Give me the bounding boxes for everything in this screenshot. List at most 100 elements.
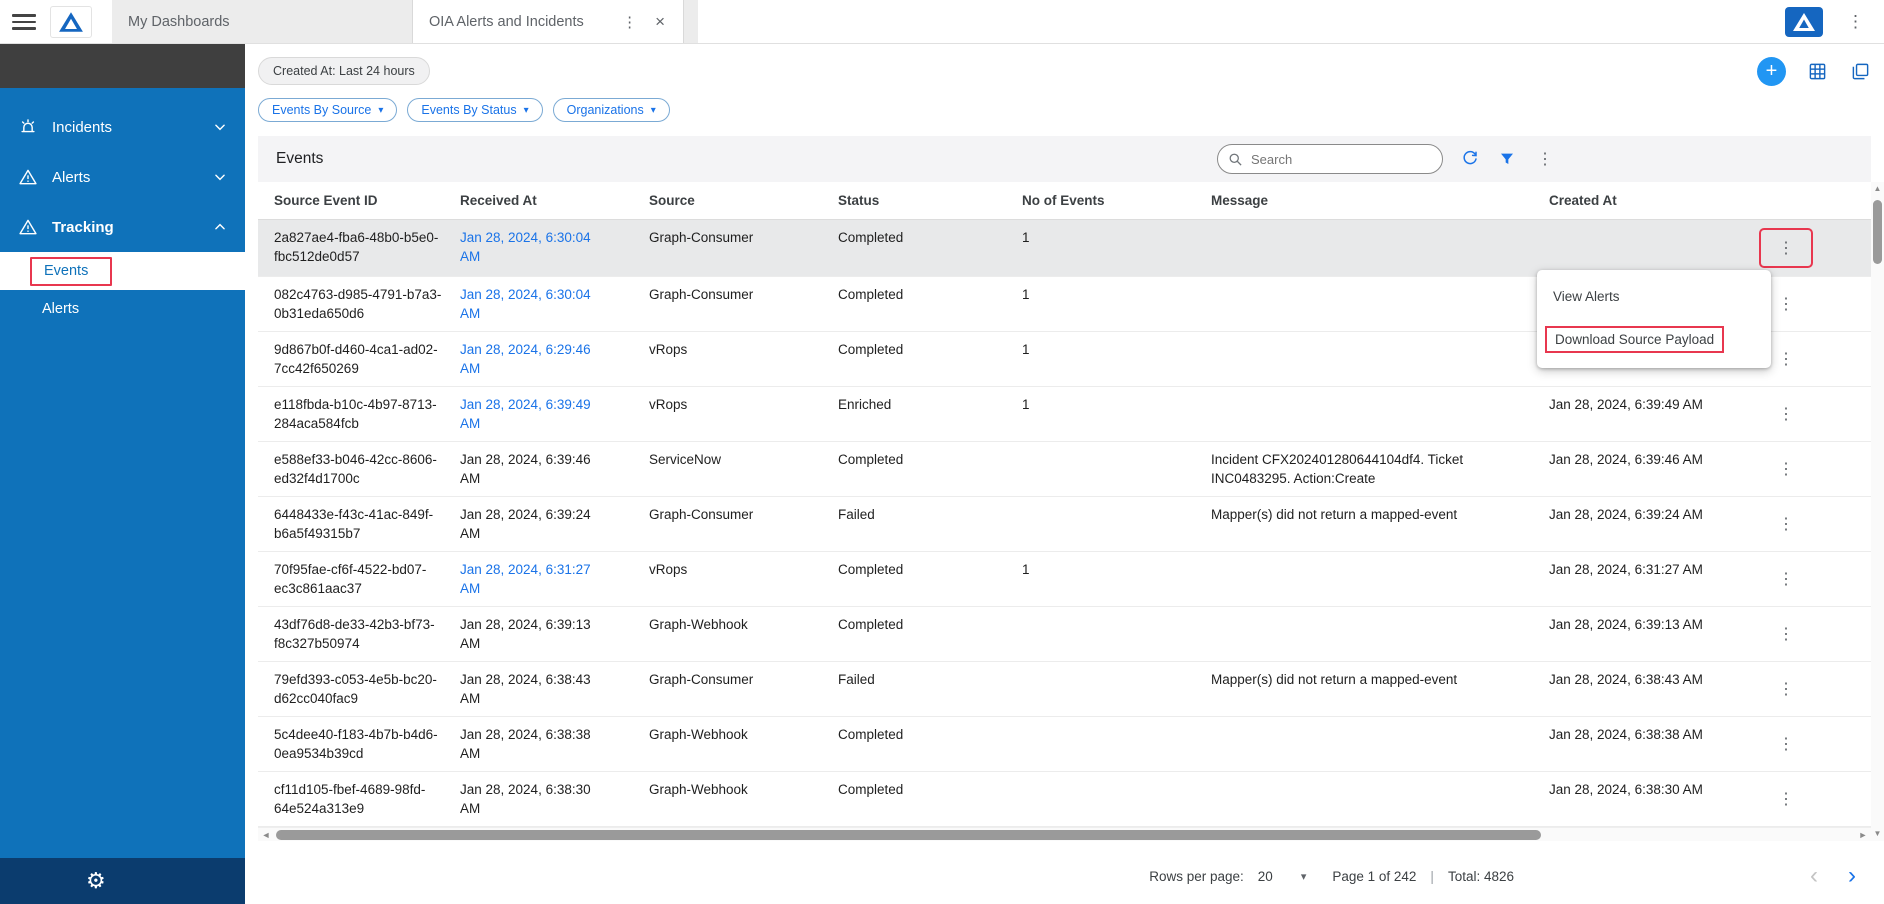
table-header-row: Source Event ID Received At Source Statu… [258, 182, 1871, 220]
filter-funnel-icon[interactable] [1497, 149, 1517, 169]
menu-item-download-source-payload[interactable]: Download Source Payload [1537, 317, 1771, 362]
cell-no-of-events: 1 [1022, 228, 1211, 247]
cell-source-event-id: cf11d105-fbef-4689-98fd-64e524a313e9 [274, 780, 460, 818]
topbar-kebab-icon[interactable]: ⋮ [1843, 8, 1868, 36]
sidebar-item-incidents[interactable]: Incidents [0, 102, 245, 152]
table-row[interactable]: 43df76d8-de33-42b3-bf73-f8c327b50974 Jan… [258, 607, 1871, 662]
column-header-source-event-id[interactable]: Source Event ID [274, 193, 460, 208]
row-actions-kebab-icon[interactable]: ⋮ [1770, 566, 1802, 592]
cell-created-at: Jan 28, 2024, 6:38:30 AM [1549, 780, 1746, 799]
column-header-received-at[interactable]: Received At [460, 193, 649, 208]
next-page-icon[interactable]: › [1848, 866, 1856, 886]
pager: ‹ › [1810, 866, 1856, 886]
table-row[interactable]: e588ef33-b046-42cc-8606-ed32f4d1700c Jan… [258, 442, 1871, 497]
footer-separator: | [1430, 869, 1434, 884]
sidebar-header-block [0, 44, 245, 88]
sidebar-item-tracking-alerts[interactable]: Alerts [0, 290, 245, 328]
cell-received-at: Jan 28, 2024, 6:30:04 AM [460, 285, 649, 323]
table-row[interactable]: 70f95fae-cf6f-4522-bd07-ec3c861aac37 Jan… [258, 552, 1871, 607]
table-body: 2a827ae4-fba6-48b0-b5e0-fbc512de0d57 Jan… [258, 220, 1871, 827]
scroll-up-icon[interactable]: ▲ [1871, 182, 1884, 196]
menu-item-view-alerts[interactable]: View Alerts [1537, 276, 1771, 317]
created-at-filter-chip[interactable]: Created At: Last 24 hours [258, 57, 430, 85]
cell-source-event-id: 79efd393-c053-4e5b-bc20-d62cc040fac9 [274, 670, 460, 708]
cell-received-at: Jan 28, 2024, 6:39:13 AM [460, 615, 649, 653]
table-row[interactable]: 79efd393-c053-4e5b-bc20-d62cc040fac9 Jan… [258, 662, 1871, 717]
row-actions-kebab-icon[interactable]: ⋮ [1770, 456, 1802, 482]
scroll-left-icon[interactable]: ◄ [258, 830, 274, 840]
cell-actions: ⋮ [1746, 456, 1826, 482]
cell-received-at: Jan 28, 2024, 6:38:43 AM [460, 670, 649, 708]
row-actions-kebab-icon[interactable]: ⋮ [1770, 235, 1802, 261]
cell-source: Graph-Consumer [649, 505, 838, 524]
row-actions-kebab-icon[interactable]: ⋮ [1770, 291, 1802, 317]
sidebar-item-tracking[interactable]: Tracking [0, 202, 245, 252]
previous-page-icon[interactable]: ‹ [1810, 866, 1818, 886]
hamburger-menu-icon[interactable] [12, 14, 36, 30]
refresh-icon[interactable] [1459, 148, 1481, 170]
row-actions-kebab-icon[interactable]: ⋮ [1770, 621, 1802, 647]
search-input[interactable] [1251, 152, 1432, 167]
grid-view-icon[interactable] [1806, 60, 1829, 83]
table-row[interactable]: 6448433e-f43c-41ac-849f-b6a5f49315b7 Jan… [258, 497, 1871, 552]
cell-source: Graph-Consumer [649, 670, 838, 689]
row-actions-kebab-icon[interactable]: ⋮ [1770, 346, 1802, 372]
table-row[interactable]: 2a827ae4-fba6-48b0-b5e0-fbc512de0d57 Jan… [258, 220, 1871, 277]
cell-status: Failed [838, 670, 1022, 689]
row-context-menu: View Alerts Download Source Payload [1537, 270, 1771, 368]
settings-gear-icon[interactable]: ⚙ [86, 868, 106, 894]
cell-actions: ⋮ [1746, 731, 1826, 757]
rows-per-page-select[interactable]: 20 ▾ [1258, 869, 1307, 884]
brand-button[interactable] [1785, 7, 1823, 37]
sidebar-item-alerts[interactable]: Alerts [0, 152, 245, 202]
row-actions-kebab-icon[interactable]: ⋮ [1770, 676, 1802, 702]
column-header-no-of-events[interactable]: No of Events [1022, 193, 1211, 208]
row-actions-kebab-icon[interactable]: ⋮ [1770, 401, 1802, 427]
received-at-value[interactable]: Jan 28, 2024, 6:30:04 AM [460, 228, 608, 266]
horizontal-scrollbar[interactable]: ◄ ► [258, 827, 1871, 841]
received-at-value[interactable]: Jan 28, 2024, 6:30:04 AM [460, 285, 608, 323]
alerts-icon [18, 167, 38, 187]
pill-label: Organizations [567, 103, 644, 117]
sidebar-item-label: Incidents [52, 119, 112, 136]
events-by-source-dropdown[interactable]: Events By Source ▾ [258, 98, 397, 122]
organizations-dropdown[interactable]: Organizations ▾ [553, 98, 670, 122]
hscroll-thumb[interactable] [276, 830, 1541, 840]
cell-source: Graph-Webhook [649, 725, 838, 744]
kebab-annotation-wrap: ⋮ [1770, 566, 1802, 592]
cell-status: Completed [838, 340, 1022, 359]
table-row[interactable]: e118fbda-b10c-4b97-8713-284aca584fcb Jan… [258, 387, 1871, 442]
add-button[interactable]: + [1757, 57, 1786, 86]
cell-message: Mapper(s) did not return a mapped-event [1211, 505, 1549, 524]
received-at-value[interactable]: Jan 28, 2024, 6:31:27 AM [460, 560, 608, 598]
copy-layout-icon[interactable] [1849, 60, 1872, 83]
events-by-status-dropdown[interactable]: Events By Status ▾ [407, 98, 542, 122]
column-header-message[interactable]: Message [1211, 193, 1549, 208]
row-actions-kebab-icon[interactable]: ⋮ [1770, 786, 1802, 812]
tab-options-icon[interactable]: ⋮ [616, 11, 643, 33]
column-header-status[interactable]: Status [838, 193, 1022, 208]
column-header-created-at[interactable]: Created At [1549, 193, 1746, 208]
sidebar-item-events[interactable]: Events [0, 252, 245, 290]
scroll-down-icon[interactable]: ▼ [1871, 827, 1884, 841]
tab-close-icon[interactable]: × [649, 10, 671, 34]
vscroll-thumb[interactable] [1873, 200, 1882, 264]
tab-oia-alerts-and-incidents[interactable]: OIA Alerts and Incidents ⋮ × [412, 0, 684, 43]
panel-kebab-icon[interactable]: ⋮ [1533, 147, 1557, 171]
cell-received-at: Jan 28, 2024, 6:31:27 AM [460, 560, 649, 598]
row-actions-kebab-icon[interactable]: ⋮ [1770, 731, 1802, 757]
table-row[interactable]: 5c4dee40-f183-4b7b-b4d6-0ea9534b39cd Jan… [258, 717, 1871, 772]
hscroll-track[interactable] [274, 828, 1855, 842]
app-logo[interactable] [50, 6, 92, 38]
table-row[interactable]: cf11d105-fbef-4689-98fd-64e524a313e9 Jan… [258, 772, 1871, 827]
column-header-source[interactable]: Source [649, 193, 838, 208]
caret-down-icon: ▾ [524, 105, 529, 116]
search-box[interactable] [1217, 144, 1443, 174]
scroll-right-icon[interactable]: ► [1855, 830, 1871, 840]
received-at-value: Jan 28, 2024, 6:39:46 AM [460, 450, 608, 488]
received-at-value[interactable]: Jan 28, 2024, 6:39:49 AM [460, 395, 608, 433]
vertical-scrollbar[interactable]: ▲ ▼ [1871, 182, 1884, 841]
my-dashboards-label[interactable]: My Dashboards [112, 0, 412, 43]
row-actions-kebab-icon[interactable]: ⋮ [1770, 511, 1802, 537]
received-at-value[interactable]: Jan 28, 2024, 6:29:46 AM [460, 340, 608, 378]
